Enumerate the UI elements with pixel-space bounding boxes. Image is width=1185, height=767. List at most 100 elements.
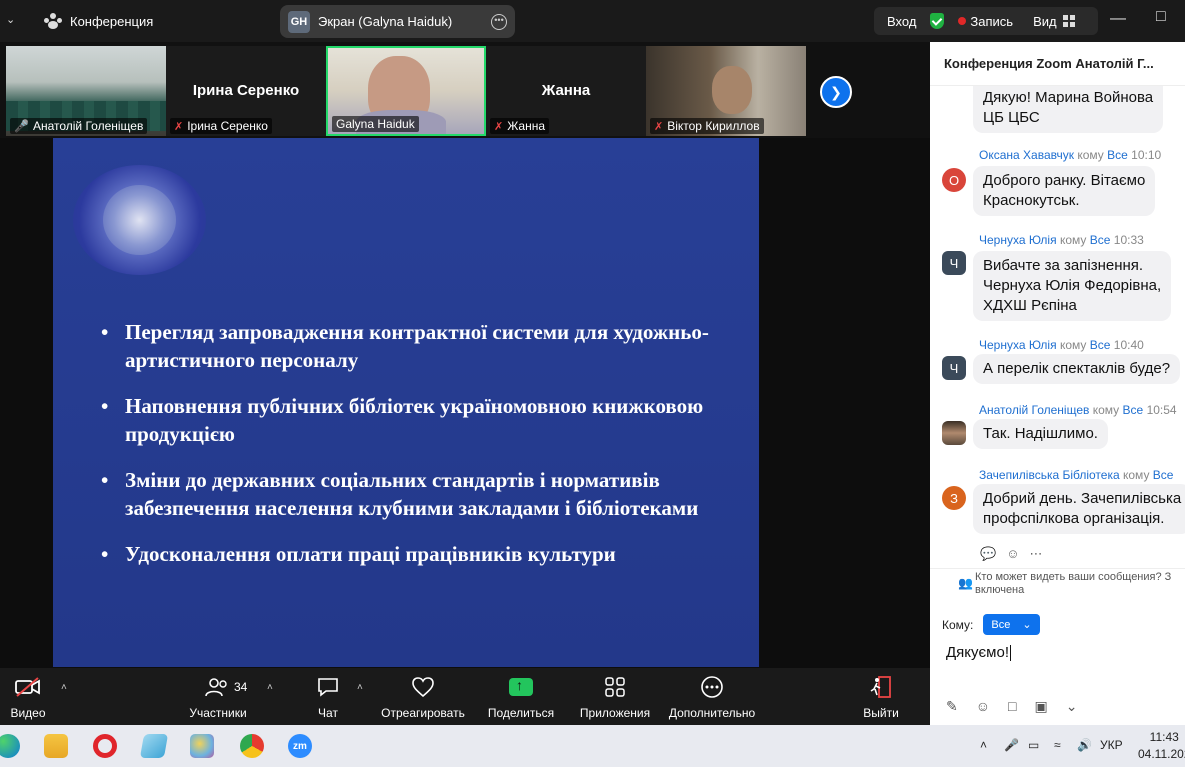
chevron-right-icon: ❯ — [830, 83, 842, 100]
app-icon[interactable] — [139, 734, 169, 758]
minimize-icon[interactable]: — — [1110, 10, 1126, 28]
leave-button[interactable]: Выйти — [862, 674, 900, 720]
participant-label: ✗ Жанна — [490, 118, 550, 134]
heart-icon — [380, 674, 466, 700]
app-title: Конференция — [44, 13, 153, 29]
more-icon — [666, 674, 758, 700]
record-dot-icon — [958, 17, 967, 25]
participant-tile[interactable]: Ірина Серенко ✗ Ірина Серенко — [166, 46, 326, 136]
participant-name: Віктор Кириллов — [667, 119, 760, 133]
participant-name: Ірина Серенко — [187, 119, 268, 133]
exit-icon — [862, 674, 900, 700]
caret-up-icon[interactable]: ˄ — [267, 682, 273, 693]
participant-name: Galyna Haiduk — [336, 117, 415, 131]
chevron-down-icon[interactable]: ⌄ — [1066, 698, 1078, 715]
presentation-slide: Перегляд запровадження контрактної систе… — [53, 138, 759, 667]
avatar: Ч — [942, 251, 966, 275]
windows-taskbar: zm ˄ 🎤 ▭ ≈ 🔊 УКР 11:43 04.11.202 — [0, 725, 1185, 767]
recipient-dropdown[interactable]: Все ⌄ — [983, 614, 1040, 635]
app-title-text: Конференция — [70, 13, 154, 29]
shared-screen: Перегляд запровадження контрактної систе… — [0, 138, 930, 668]
more-options-icon[interactable]: ••• — [491, 13, 507, 30]
slide-bullet: Наповнення публічних бібліотек україномо… — [99, 392, 739, 448]
more-button[interactable]: Дополнительно — [666, 674, 758, 720]
chat-input-tools: ✎ ☺ □ ▣ ⌄ — [946, 698, 1077, 715]
opera-icon[interactable] — [93, 734, 117, 758]
input-language[interactable]: УКР — [1100, 738, 1123, 752]
tray-chevron-icon[interactable]: ˄ — [980, 738, 987, 752]
chat-messages[interactable]: Дякую! Марина Войнова ЦБ ЦБС Оксана Хава… — [930, 86, 1185, 566]
video-button[interactable]: Видео — [6, 674, 50, 720]
participant-name-large: Жанна — [541, 82, 591, 99]
caret-up-icon[interactable]: ˄ — [61, 682, 67, 693]
participant-label: ✗ Ірина Серенко — [170, 118, 272, 134]
participant-name-large: Ірина Серенко — [192, 82, 300, 99]
share-screen-button[interactable]: Поделиться — [486, 674, 556, 720]
reply-icon[interactable]: 💬 — [980, 546, 996, 562]
chat-panel: Конференция Zoom Анатолій Г... Дякую! Ма… — [930, 42, 1185, 725]
file-icon[interactable]: □ — [1008, 698, 1016, 715]
maximize-icon[interactable]: □ — [1156, 8, 1166, 26]
mic-muted-icon: ✗ — [654, 120, 664, 133]
participant-video — [712, 66, 752, 114]
screenshot-icon[interactable]: ▣ — [1035, 698, 1048, 715]
participant-tile[interactable]: ✗ Віктор Кириллов — [646, 46, 806, 136]
avatar: Ч — [942, 356, 966, 380]
message-bubble: Доброго ранку. Вітаємо Краснокутськ. — [973, 166, 1156, 216]
chevron-down-icon: ⌄ — [1022, 619, 1032, 631]
meeting-toolbar: Видео ˄ Участники 34 ˄ Чат ˄ Отреагирова… — [0, 668, 930, 725]
format-icon[interactable]: ✎ — [946, 698, 958, 715]
message-actions: 💬 ☺ ⋯ — [980, 546, 1042, 562]
screen-share-tab[interactable]: GH Экран (Galyna Haiduk) ••• — [280, 5, 515, 38]
edge-icon[interactable] — [0, 734, 20, 758]
battery-icon[interactable]: ▭ — [1028, 738, 1039, 752]
slide-bullet: Удосконалення оплати праці працівників к… — [99, 540, 739, 568]
grid-view-icon — [1062, 15, 1075, 27]
speaker-icon[interactable]: 🔊 — [1077, 738, 1092, 752]
chevron-down-icon[interactable]: ⌄ — [6, 13, 15, 26]
chat-button[interactable]: Чат — [312, 674, 344, 720]
wifi-icon[interactable]: ≈ — [1054, 738, 1061, 752]
taskbar-clock[interactable]: 11:43 04.11.202 — [1138, 729, 1185, 763]
share-tab-label: Экран (Galyna Haiduk) — [318, 14, 453, 29]
react-button[interactable]: Отреагировать — [380, 674, 466, 720]
participant-label: Galyna Haiduk — [332, 116, 419, 132]
microphone-icon[interactable]: 🎤 — [1004, 738, 1019, 752]
emoji-icon[interactable]: ☺ — [976, 698, 990, 715]
mic-on-icon: 🎤 — [14, 119, 29, 133]
slide-logo — [73, 165, 206, 275]
message-meta: Оксана Хававчук кому Все 10:10 — [979, 148, 1162, 162]
participant-tile[interactable]: 🎤 Анатолій Голеніщев — [6, 46, 166, 136]
next-page-button[interactable]: ❯ — [820, 76, 852, 108]
view-button[interactable]: Вид — [1033, 14, 1075, 29]
file-explorer-icon[interactable] — [44, 734, 68, 758]
entry-button[interactable]: Вход — [874, 14, 930, 29]
caret-up-icon[interactable]: ˄ — [357, 682, 363, 693]
participant-label: ✗ Віктор Кириллов — [650, 118, 764, 134]
paint-icon[interactable] — [190, 734, 214, 758]
participant-tile[interactable]: Жанна ✗ Жанна — [486, 46, 646, 136]
meeting-controls: Вход Запись Вид — [874, 7, 1098, 35]
participant-strip: 🎤 Анатолій Голеніщев Ірина Серенко ✗ Ірина… — [0, 42, 930, 138]
emoji-react-icon[interactable]: ☺ — [1006, 546, 1019, 562]
participant-tile-active[interactable]: Galyna Haiduk — [326, 46, 486, 136]
zoom-taskbar-icon[interactable]: zm — [288, 734, 312, 758]
people-icon: 👥 — [958, 576, 973, 590]
security-shield-icon[interactable] — [930, 13, 945, 29]
participant-label: 🎤 Анатолій Голеніщев — [10, 118, 148, 134]
more-icon[interactable]: ⋯ — [1029, 546, 1042, 562]
chat-input[interactable]: Дякуємо! — [946, 644, 1011, 661]
apps-button[interactable]: Приложения — [577, 674, 653, 720]
slide-bullet: Перегляд запровадження контрактної систе… — [99, 318, 739, 374]
participant-name: Анатолій Голеніщев — [32, 119, 144, 133]
record-button[interactable]: Запись — [970, 14, 1013, 29]
message-bubble: Дякую! Марина Войнова ЦБ ЦБС — [973, 86, 1164, 133]
message-meta: Анатолій Голеніщев кому Все 10:54 — [979, 403, 1177, 417]
chrome-icon[interactable] — [240, 734, 264, 758]
video-off-icon — [6, 674, 50, 700]
mic-muted-icon: ✗ — [494, 120, 504, 133]
slide-bullet: Зміни до державних соціальних стандартів… — [99, 466, 739, 522]
message-meta: Зачепилівська Бібліотека кому Все — [979, 468, 1174, 482]
visibility-note[interactable]: 👥 Кто может видеть ваши сообщения? З вкл… — [930, 568, 1185, 600]
title-bar: ⌄ Конференция GH Экран (Galyna Haiduk) •… — [0, 0, 1185, 42]
